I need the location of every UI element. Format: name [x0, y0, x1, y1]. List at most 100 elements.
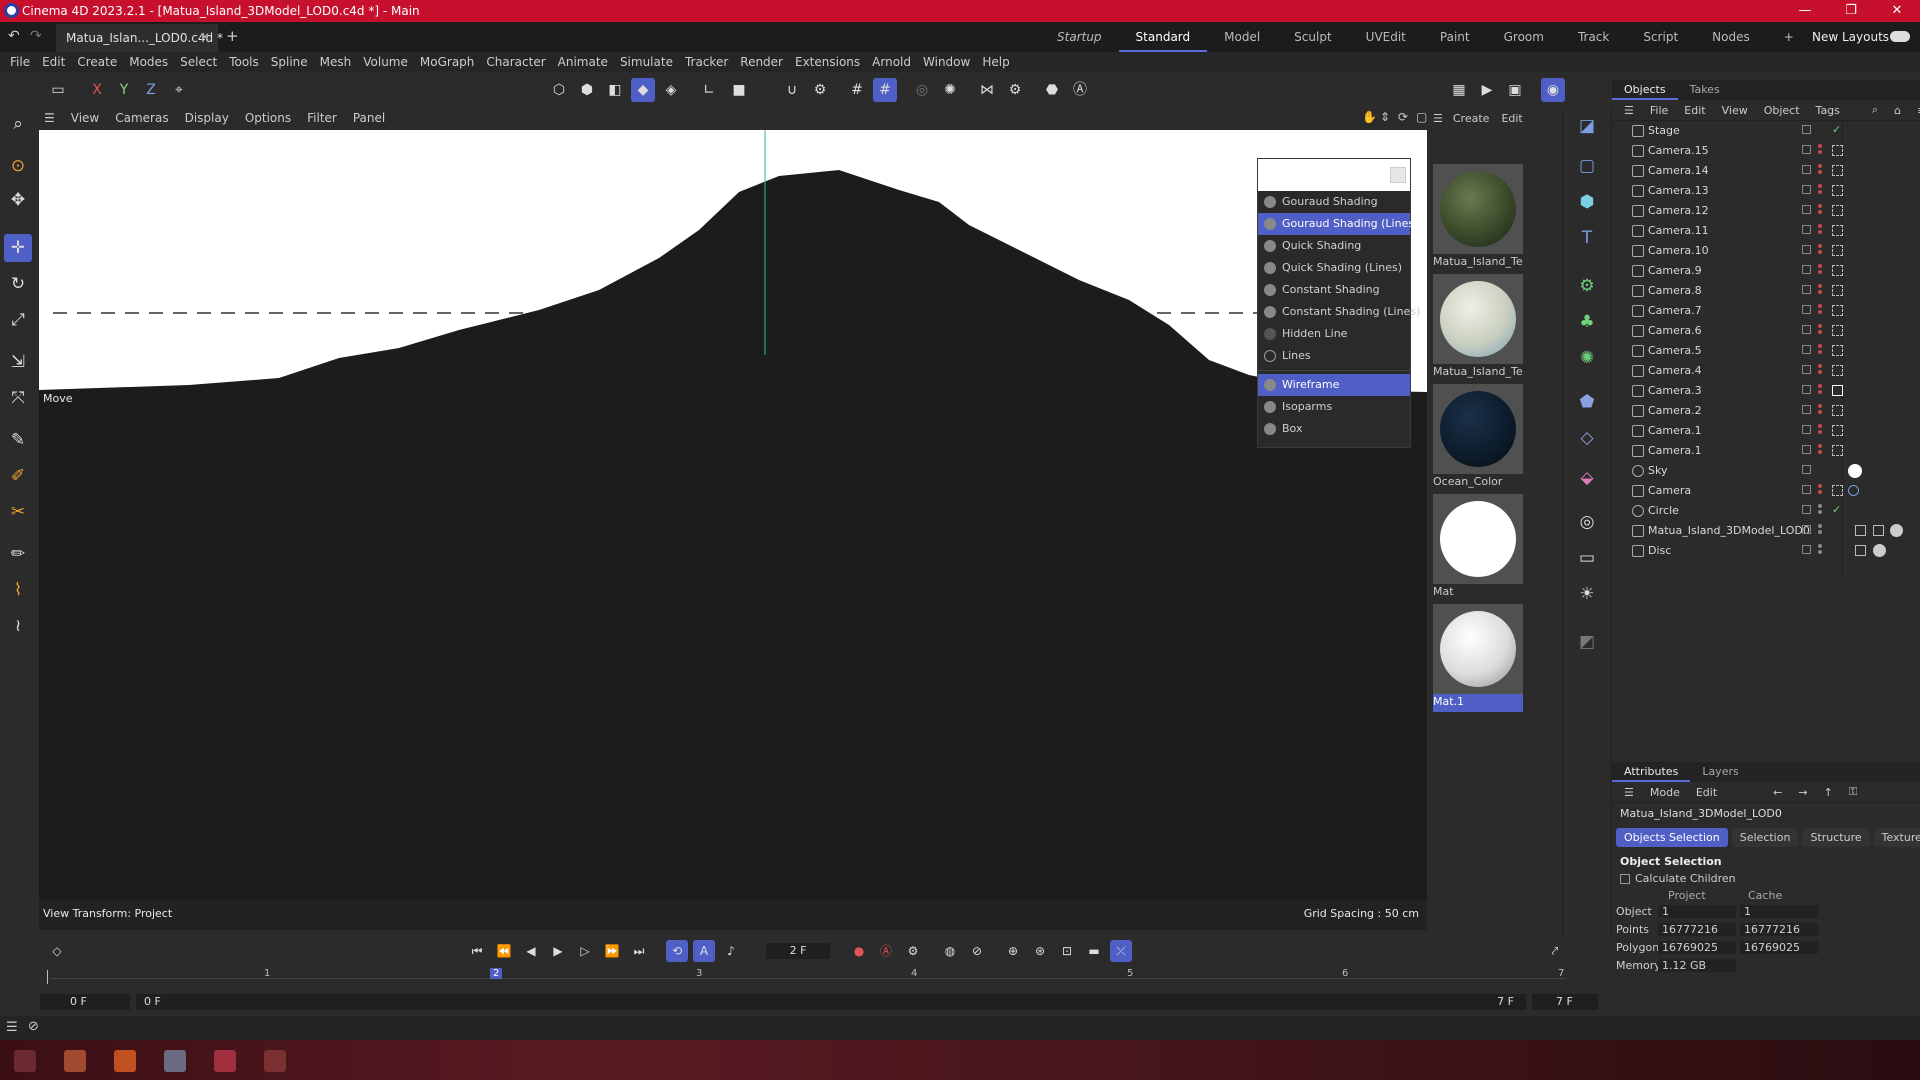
layer-dots[interactable]	[1818, 164, 1822, 178]
close-dropdown-icon[interactable]	[1390, 167, 1406, 183]
viewport-menu-display[interactable]: Display	[177, 111, 237, 125]
maximize-button[interactable]: ❐	[1828, 0, 1874, 22]
objects-home-icon[interactable]: ⌂	[1886, 104, 1909, 117]
record-rotation-icon[interactable]: ⊕	[1002, 940, 1024, 962]
protection-tag-icon[interactable]	[1832, 425, 1843, 436]
attributes-hamburger-icon[interactable]: ☰	[1616, 786, 1642, 799]
viewport-solo-icon[interactable]: ⬣	[1040, 78, 1064, 102]
next-frame-icon[interactable]: ▷	[574, 940, 596, 962]
tab-attributes[interactable]: Attributes	[1612, 762, 1691, 782]
object-row-camera[interactable]: Camera.13	[1612, 181, 1920, 201]
live-select-icon[interactable]: ✥	[4, 186, 32, 214]
material-item[interactable]: Ocean_Color	[1433, 384, 1523, 492]
3d-viewport[interactable]: Move View Transform: Project Grid Spacin…	[39, 130, 1427, 930]
layer-dots[interactable]	[1818, 404, 1822, 418]
tab-textures[interactable]: Textures	[1873, 828, 1920, 847]
protection-tag-icon[interactable]	[1832, 205, 1843, 216]
visibility-toggle[interactable]	[1802, 365, 1811, 374]
visibility-toggle[interactable]	[1802, 345, 1811, 354]
objects-search-icon[interactable]: ⌕	[1864, 103, 1886, 117]
loop-icon[interactable]: ⟲	[666, 940, 688, 962]
layer-dots[interactable]	[1818, 284, 1822, 298]
check-tag-icon[interactable]: ✓	[1832, 124, 1843, 136]
next-key-icon[interactable]: ⏩	[601, 940, 623, 962]
material-tag-icon[interactable]	[1848, 464, 1862, 478]
go-to-start-icon[interactable]: ⏮	[466, 940, 488, 962]
display-option-box[interactable]: Box	[1258, 418, 1410, 440]
render-picture-icon[interactable]: ▶	[1475, 78, 1499, 102]
shading-option-hidden-line[interactable]: Hidden Line	[1258, 323, 1410, 345]
check-tag-icon[interactable]: ✓	[1832, 504, 1843, 516]
menu-spline[interactable]: Spline	[265, 55, 314, 69]
objects-menu-edit[interactable]: Edit	[1676, 104, 1713, 117]
volume-icon[interactable]: ⬟	[1573, 388, 1601, 416]
visibility-toggle[interactable]	[1802, 485, 1811, 494]
protection-tag-icon[interactable]	[1832, 225, 1843, 236]
menu-modes[interactable]: Modes	[123, 55, 174, 69]
visibility-toggle[interactable]	[1802, 525, 1811, 534]
menu-tools[interactable]: Tools	[223, 55, 265, 69]
back-arrow-icon[interactable]: ←	[1765, 786, 1790, 799]
symmetry-settings-icon[interactable]: ⚙	[1003, 78, 1027, 102]
axis-z-button[interactable]: Z	[139, 78, 163, 102]
layer-dots[interactable]	[1818, 484, 1822, 498]
menu-arnold[interactable]: Arnold	[866, 55, 917, 69]
play-mode-icon[interactable]: A	[693, 940, 715, 962]
shading-option-gouraud[interactable]: Gouraud Shading	[1258, 191, 1410, 213]
objects-filter-icon[interactable]: ≡	[1909, 104, 1920, 117]
object-row-camera[interactable]: Camera.9	[1612, 261, 1920, 281]
visibility-toggle[interactable]	[1802, 545, 1811, 554]
layout-tab-startup[interactable]: Startup	[1040, 22, 1119, 52]
layer-dots[interactable]	[1818, 504, 1822, 518]
taskbar-app-icon[interactable]	[264, 1050, 286, 1072]
objects-menu-tags[interactable]: Tags	[1808, 104, 1848, 117]
protection-tag-icon[interactable]	[1832, 265, 1843, 276]
tag-icon[interactable]: ◩	[1573, 628, 1601, 656]
visibility-toggle[interactable]	[1802, 185, 1811, 194]
record-scale-icon[interactable]: ⊛	[1029, 940, 1051, 962]
cube-icon[interactable]: ◪	[1573, 112, 1601, 140]
viewport-menu-view[interactable]: View	[63, 111, 107, 125]
go-to-end-icon[interactable]: ⏭	[628, 940, 650, 962]
object-row-camera[interactable]: Camera.10	[1612, 241, 1920, 261]
lock-icon[interactable]: ⚿	[1841, 785, 1865, 799]
model-mode-icon[interactable]: ◆	[631, 78, 655, 102]
record-param-icon[interactable]: ⊡	[1056, 940, 1078, 962]
layer-dots[interactable]	[1818, 264, 1822, 278]
visibility-toggle[interactable]	[1802, 265, 1811, 274]
objects-menu-view[interactable]: View	[1714, 104, 1756, 117]
taskbar-app-icon[interactable]	[164, 1050, 186, 1072]
object-row-camera[interactable]: Camera	[1612, 481, 1920, 501]
layout-tab-uvedit[interactable]: UVEdit	[1349, 22, 1423, 52]
target-tag-icon[interactable]	[1848, 485, 1859, 496]
edges-mode-icon[interactable]: ⬢	[575, 78, 599, 102]
object-row-camera[interactable]: Camera.5	[1612, 341, 1920, 361]
object-row-camera[interactable]: Camera.3	[1612, 381, 1920, 401]
shading-option-gouraud-lines[interactable]: Gouraud Shading (Lines)	[1258, 213, 1418, 235]
layer-dots[interactable]	[1818, 304, 1822, 318]
render-queue-icon[interactable]: ▣	[1503, 78, 1527, 102]
add-layout-icon[interactable]: +	[1767, 22, 1811, 52]
tab-structure[interactable]: Structure	[1802, 828, 1870, 847]
tab-objects[interactable]: Objects	[1612, 80, 1678, 100]
layer-dots[interactable]	[1818, 344, 1822, 358]
menu-mograph[interactable]: MoGraph	[414, 55, 481, 69]
layer-dots[interactable]	[1818, 204, 1822, 218]
axis-y-button[interactable]: Y	[112, 78, 136, 102]
tab-selection[interactable]: Selection	[1731, 828, 1799, 847]
play-icon[interactable]: ▶	[547, 940, 569, 962]
interpolation-icon[interactable]: ⤫	[1110, 940, 1132, 962]
objects-hamburger-icon[interactable]: ☰	[1616, 104, 1642, 117]
protection-tag-icon[interactable]	[1832, 445, 1843, 456]
material-item[interactable]: Mat	[1433, 494, 1523, 602]
menu-help[interactable]: Help	[976, 55, 1015, 69]
snap-icon[interactable]: ∪	[780, 78, 804, 102]
menu-mesh[interactable]: Mesh	[314, 55, 358, 69]
snap-settings-icon[interactable]: ⚙	[808, 78, 832, 102]
protection-tag-icon[interactable]	[1832, 385, 1843, 396]
menu-file[interactable]: File	[4, 55, 36, 69]
phong-tag-icon[interactable]	[1855, 545, 1866, 556]
viewport-menu-options[interactable]: Options	[237, 111, 299, 125]
texture-tag-icon[interactable]	[1873, 544, 1886, 557]
record-pla-icon[interactable]: ▬	[1083, 940, 1105, 962]
